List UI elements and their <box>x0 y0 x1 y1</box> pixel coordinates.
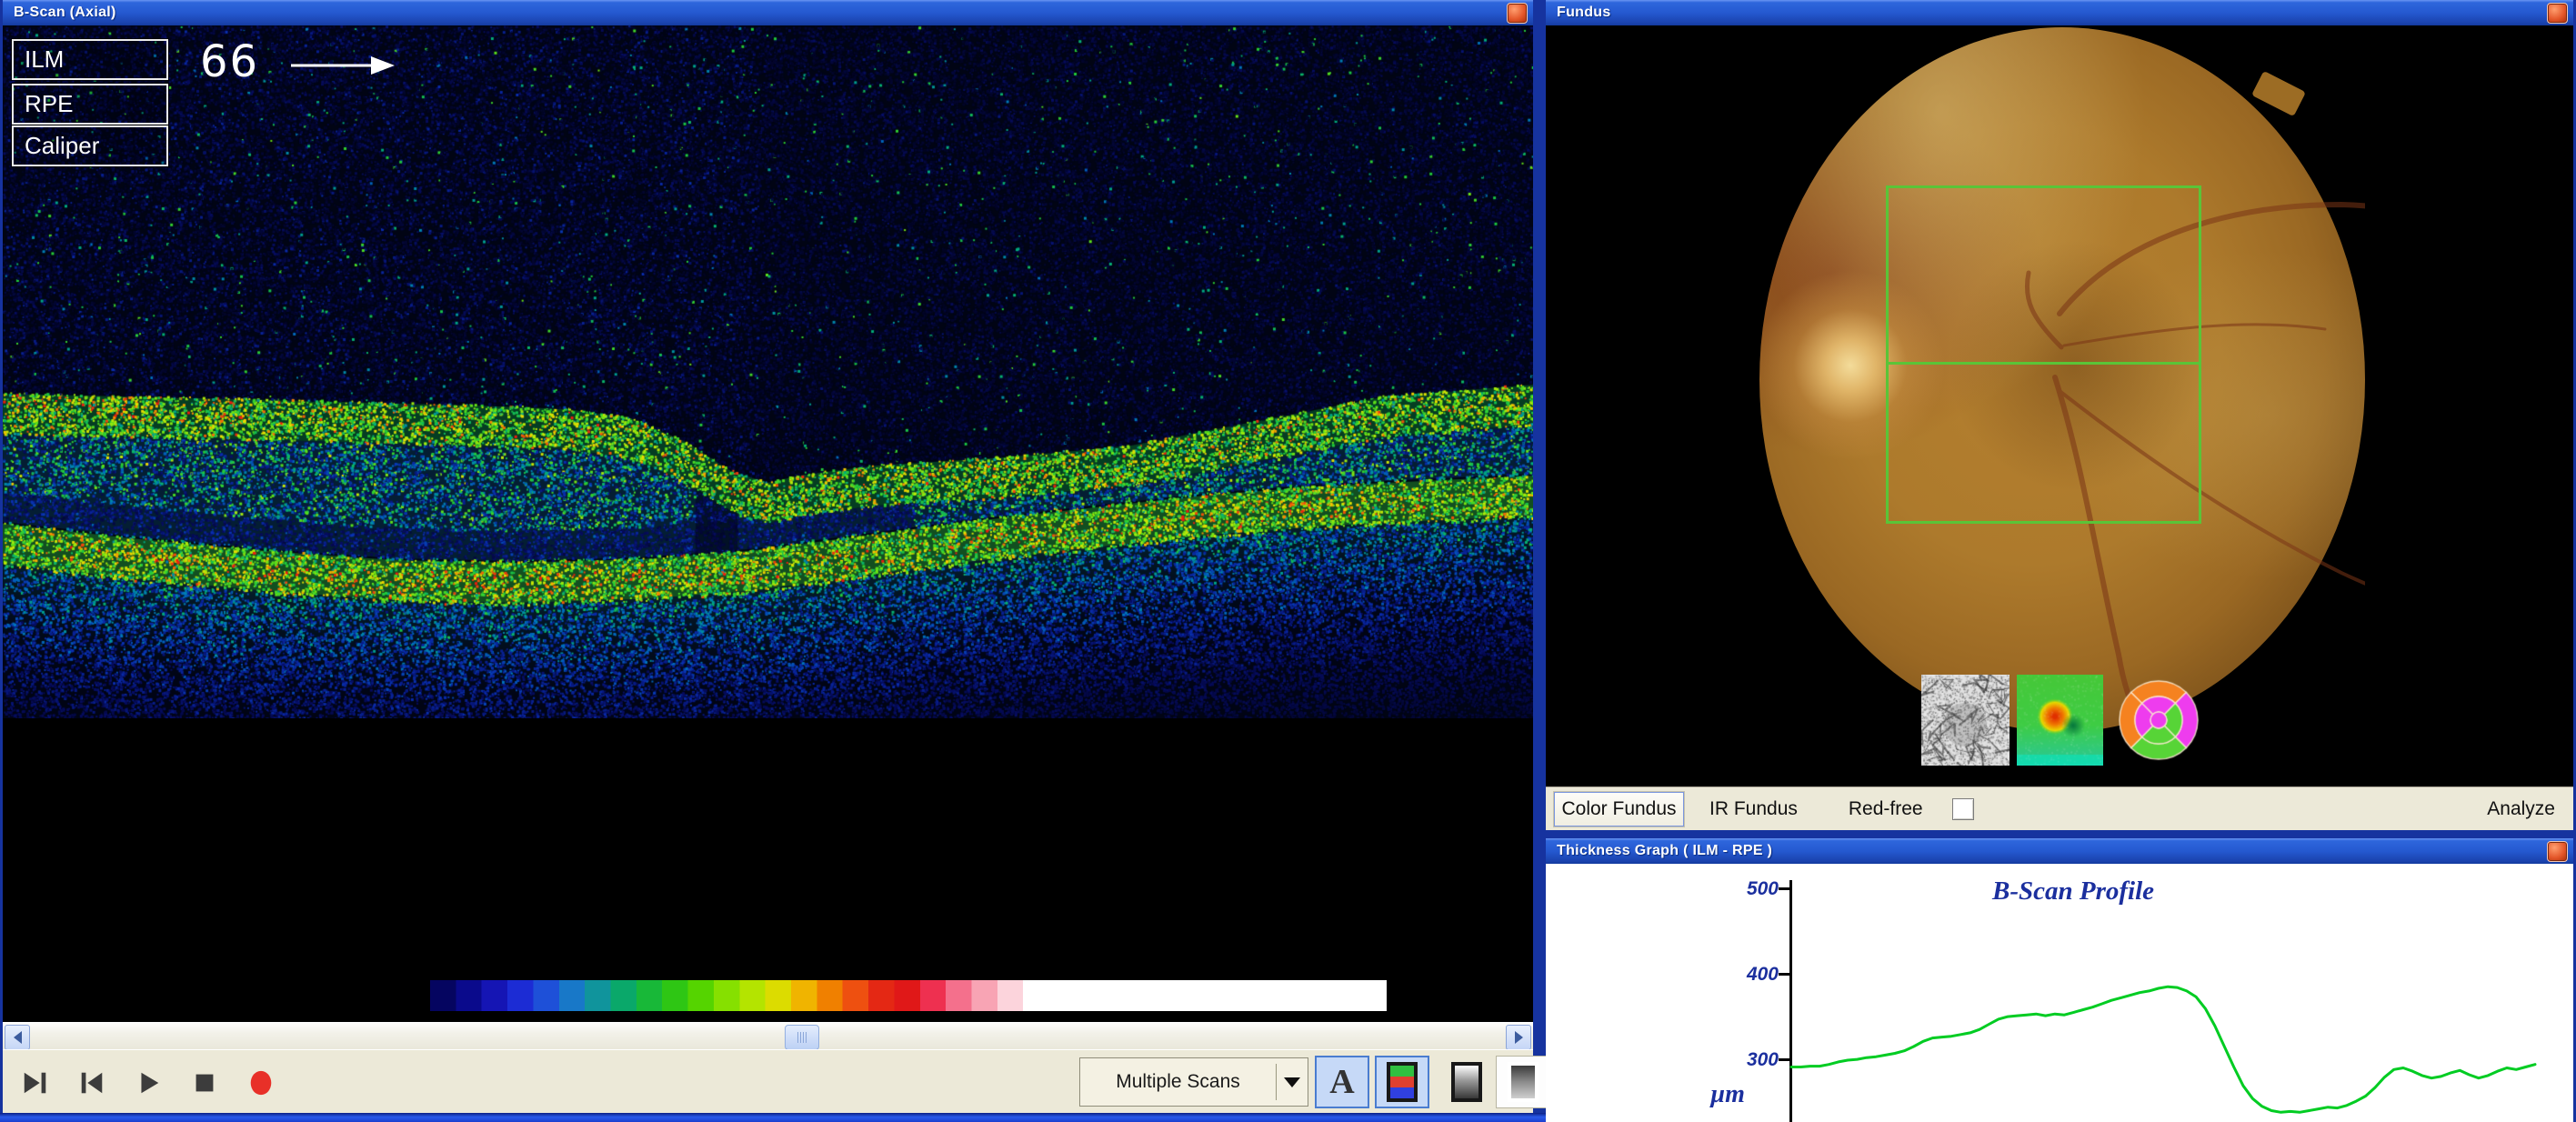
thickness-profile-curve <box>1546 864 2573 1122</box>
stop-button[interactable] <box>185 1063 225 1103</box>
scroll-right-button[interactable] <box>1506 1025 1531 1050</box>
analyze-button[interactable]: Analyze <box>2487 798 2555 820</box>
bscan-oct-image <box>3 25 1533 718</box>
bscan-close-button[interactable] <box>1507 3 1528 24</box>
bscan-window: B-Scan (Axial) ILM RPE Caliper 66 <box>3 0 1533 1113</box>
scroll-left-button[interactable] <box>5 1025 30 1050</box>
play-button[interactable] <box>128 1063 168 1103</box>
fundus-titlebar: Fundus <box>1546 0 2573 25</box>
skip-to-start-button[interactable] <box>72 1063 112 1103</box>
bscan-toolbar: Multiple Scans A <box>3 1049 1533 1114</box>
intensity-colorbar <box>430 980 1387 1011</box>
caliper-button[interactable]: Caliper <box>12 125 168 166</box>
record-icon <box>246 1066 276 1100</box>
skip-to-end-button[interactable] <box>15 1063 55 1103</box>
fundus-tab-bar: Color Fundus IR Fundus Red-free Analyze <box>1546 786 2573 830</box>
color-palette-button[interactable] <box>1375 1056 1429 1108</box>
red-free-checkbox[interactable] <box>1952 798 1974 820</box>
inverse-grayscale-palette-button[interactable] <box>1496 1056 1550 1108</box>
left-arrow-icon <box>14 1031 22 1044</box>
letter-a-icon: A <box>1329 1062 1354 1102</box>
tab-ir-fundus[interactable]: IR Fundus <box>1709 798 1798 820</box>
play-icon <box>134 1066 163 1100</box>
grayscale-palette-button[interactable] <box>1439 1056 1494 1108</box>
bscan-titlebar: B-Scan (Axial) <box>3 0 1533 25</box>
bscan-title: B-Scan (Axial) <box>3 5 116 21</box>
tab-red-free[interactable]: Red-free <box>1849 798 1923 820</box>
grayscale-lut-icon <box>1451 1062 1482 1102</box>
skip-end-icon <box>21 1066 50 1100</box>
fundus-image-area <box>1546 25 2573 786</box>
thickness-graph-window: Thickness Graph ( ILM - RPE ) B-Scan Pro… <box>1546 838 2573 1122</box>
ir-fundus-thumbnail[interactable] <box>1921 675 2010 766</box>
skip-start-icon <box>77 1066 106 1100</box>
record-button[interactable] <box>241 1063 281 1103</box>
thickness-title: Thickness Graph ( ILM - RPE ) <box>1546 843 1772 859</box>
thickness-chart: B-Scan Profile 500 400 300 µm <box>1546 864 2573 1122</box>
thickness-map-thumbnail[interactable] <box>2017 675 2103 766</box>
thickness-titlebar: Thickness Graph ( ILM - RPE ) <box>1546 838 2573 864</box>
fundus-window: Fundus <box>1546 0 2573 829</box>
scan-mode-value: Multiple Scans <box>1080 1071 1276 1093</box>
tab-color-fundus[interactable]: Color Fundus <box>1554 792 1684 826</box>
window-bottom-border <box>0 1113 1546 1122</box>
dropdown-arrow-icon <box>1277 1077 1308 1087</box>
stop-icon <box>190 1066 219 1100</box>
annotation-toggle-button[interactable]: A <box>1315 1056 1369 1108</box>
scan-direction-arrow-icon <box>291 55 396 76</box>
scrollbar-thumb[interactable] <box>785 1025 819 1050</box>
ilm-button[interactable]: ILM <box>12 39 168 80</box>
inverse-lut-icon <box>1508 1062 1539 1102</box>
rpe-button[interactable]: RPE <box>12 84 168 125</box>
bscan-horizontal-scrollbar[interactable] <box>3 1022 1533 1050</box>
bscan-image-area: ILM RPE Caliper 66 <box>3 25 1533 1022</box>
frame-number-label: 66 <box>200 36 259 87</box>
right-arrow-icon <box>1515 1031 1523 1044</box>
oct-application-window: B-Scan (Axial) ILM RPE Caliper 66 <box>0 0 2576 1122</box>
etdrs-grid-thumbnail[interactable] <box>2119 675 2199 766</box>
scan-region-overlay-bottom <box>1886 362 2201 524</box>
color-lut-icon <box>1387 1062 1418 1102</box>
scan-mode-dropdown[interactable]: Multiple Scans <box>1079 1057 1308 1107</box>
thickness-close-button[interactable] <box>2547 841 2568 862</box>
fundus-title: Fundus <box>1546 5 1611 21</box>
fundus-close-button[interactable] <box>2547 3 2568 24</box>
scan-region-overlay-top <box>1886 185 2201 365</box>
